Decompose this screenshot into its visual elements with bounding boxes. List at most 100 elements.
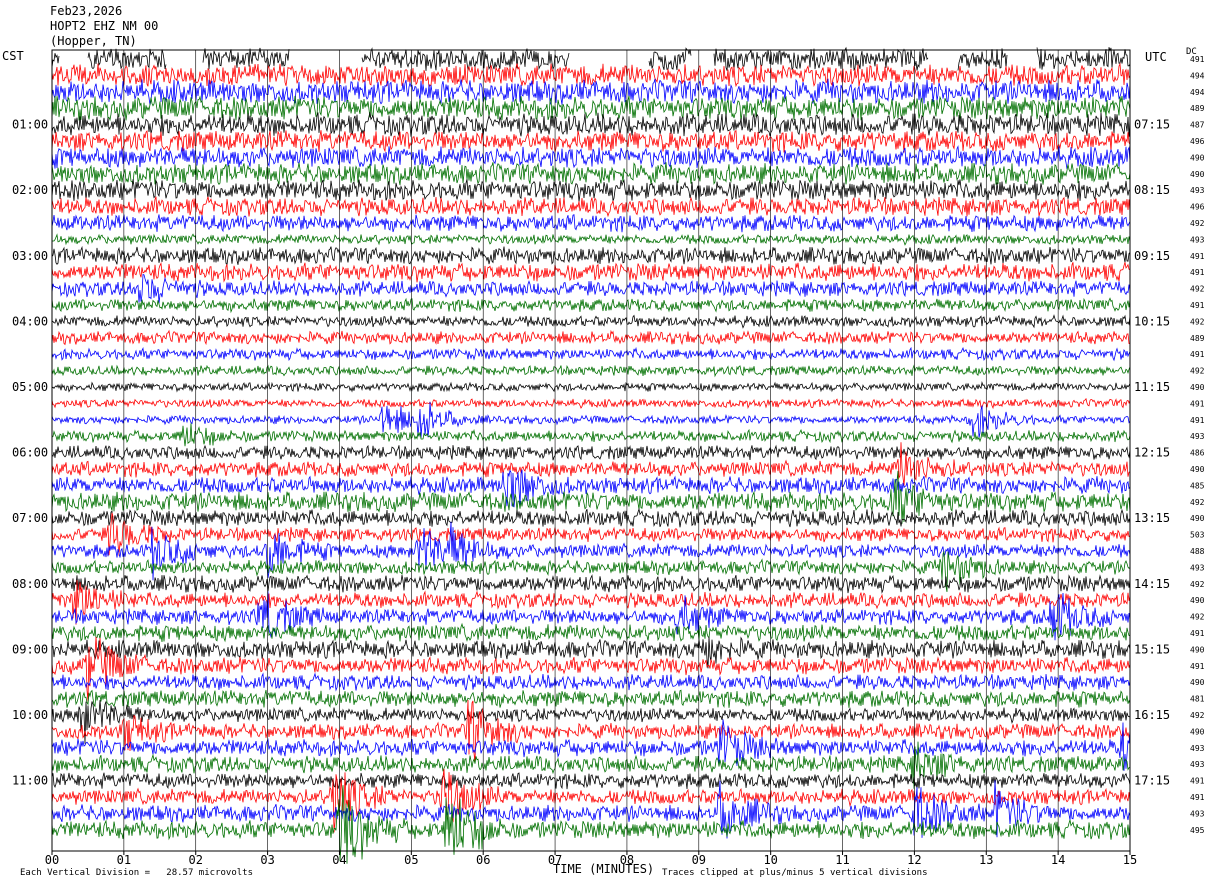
dc-offset-value: 487 <box>1190 121 1205 130</box>
clip-note: Traces clipped at plus/minus 5 vertical … <box>662 868 928 878</box>
dc-offset-value: 492 <box>1190 367 1205 376</box>
x-tick-label: 13 <box>979 853 993 867</box>
trace-row-19 <box>51 346 1131 362</box>
right-hour-label: 15:15 <box>1134 642 1170 656</box>
dc-offset-value: 493 <box>1190 744 1205 753</box>
dc-offset-value: 494 <box>1190 71 1205 80</box>
dc-offset-value: 492 <box>1190 317 1205 326</box>
left-hour-label: 02:00 <box>12 183 48 197</box>
left-hour-label: 07:00 <box>12 511 48 525</box>
right-hour-label: 10:15 <box>1134 314 1170 328</box>
dc-offset-value: 491 <box>1190 629 1205 638</box>
trace-row-39 <box>51 672 1131 692</box>
right-hour-label: 12:15 <box>1134 446 1170 460</box>
trace-row-21 <box>51 381 1131 393</box>
x-tick-label: 11 <box>835 853 849 867</box>
dc-offset-value: 486 <box>1190 449 1205 458</box>
trace-row-47 <box>51 780 1131 839</box>
dc-offset-value: 491 <box>1190 350 1205 359</box>
dc-offset-value: 493 <box>1190 235 1205 244</box>
dc-offset-value: 492 <box>1190 285 1205 294</box>
dc-offset-value: 491 <box>1190 399 1205 408</box>
left-hour-label: 08:00 <box>12 577 48 591</box>
dc-offset-value: 490 <box>1190 153 1205 162</box>
left-hour-label: 04:00 <box>12 314 48 328</box>
dc-offset-value: 493 <box>1190 186 1205 195</box>
dc-offset-value: 491 <box>1190 301 1205 310</box>
trace-row-29 <box>51 507 1131 529</box>
trace-row-10 <box>51 196 1131 218</box>
dc-offset-value: 491 <box>1190 793 1205 802</box>
right-hour-label: 17:15 <box>1134 774 1170 788</box>
dc-offset-value: 490 <box>1190 514 1205 523</box>
dc-offset-value: 492 <box>1190 219 1205 228</box>
trace-row-22 <box>51 397 1131 410</box>
dc-offset-value: 489 <box>1190 334 1205 343</box>
trace-row-17 <box>51 314 1131 329</box>
x-tick-label: 00 <box>45 853 59 867</box>
dc-offset-value: 493 <box>1190 760 1205 769</box>
right-hour-label: 14:15 <box>1134 577 1170 591</box>
dc-offset-value: 491 <box>1190 662 1205 671</box>
dc-offset-value: 488 <box>1190 547 1205 556</box>
x-tick-label: 09 <box>692 853 706 867</box>
x-tick-label: 01 <box>117 853 131 867</box>
trace-row-14 <box>51 261 1131 283</box>
trace-row-40 <box>51 689 1131 708</box>
dc-offset-value: 492 <box>1190 580 1205 589</box>
dc-offset-value: 490 <box>1190 645 1205 654</box>
trace-row-9 <box>51 179 1131 202</box>
right-hour-label: 07:15 <box>1134 118 1170 132</box>
trace-row-36 <box>51 622 1131 643</box>
trace-row-8 <box>51 162 1131 187</box>
dc-offset-value: 492 <box>1190 711 1205 720</box>
x-tick-label: 14 <box>1051 853 1065 867</box>
dc-offset-value: 493 <box>1190 809 1205 818</box>
trace-row-18 <box>51 329 1131 346</box>
right-hour-label: 13:15 <box>1134 511 1170 525</box>
left-hour-label: 01:00 <box>12 118 48 132</box>
dc-offset-value: 494 <box>1190 88 1205 97</box>
x-tick-label: 05 <box>404 853 418 867</box>
dc-offset-value: 491 <box>1190 416 1205 425</box>
trace-row-24 <box>51 423 1131 447</box>
x-tick-label: 03 <box>260 853 274 867</box>
x-tick-label: 10 <box>763 853 777 867</box>
trace-row-15 <box>51 273 1131 304</box>
x-tick-label: 02 <box>189 853 203 867</box>
helicorder-plot: 491 494 494 489 487 496 490 490 493 496 492 493 491 4… <box>12 46 1205 867</box>
trace-row-41 <box>51 700 1130 744</box>
dc-offset-value: 493 <box>1190 563 1205 572</box>
dc-offset-value: 496 <box>1190 203 1205 212</box>
trace-layer <box>51 46 1131 864</box>
dc-offset-value: 490 <box>1190 678 1205 687</box>
dc-offset-value: 496 <box>1190 137 1205 146</box>
dc-offset-value: 490 <box>1190 727 1205 736</box>
dc-offset-value: 489 <box>1190 104 1205 113</box>
dc-offset-value: 490 <box>1190 383 1205 392</box>
dc-offset-value: 490 <box>1190 170 1205 179</box>
dc-offset-value: 503 <box>1190 531 1205 540</box>
dc-offset-value: 491 <box>1190 777 1205 786</box>
right-hour-label: 11:15 <box>1134 380 1170 394</box>
right-hour-label: 16:15 <box>1134 708 1170 722</box>
trace-row-20 <box>51 364 1131 378</box>
left-hour-label: 05:00 <box>12 380 48 394</box>
trace-row-11 <box>51 214 1131 233</box>
x-tick-label: 12 <box>907 853 921 867</box>
trace-row-5 <box>51 112 1131 137</box>
trace-row-33 <box>51 574 1131 594</box>
trace-row-1 <box>51 46 1131 72</box>
dc-offset-value: 485 <box>1190 481 1205 490</box>
trace-row-6 <box>51 129 1131 153</box>
trace-row-45 <box>51 772 1131 790</box>
trace-row-16 <box>51 297 1131 314</box>
dc-offset-value: 491 <box>1190 252 1205 261</box>
left-hour-label: 10:00 <box>12 708 48 722</box>
left-hour-label: 03:00 <box>12 249 48 263</box>
dc-offset-value: 490 <box>1190 465 1205 474</box>
left-hour-label: 09:00 <box>12 642 48 656</box>
left-hour-label: 11:00 <box>12 774 48 788</box>
dc-offset-value: 491 <box>1190 55 1205 64</box>
trace-row-44 <box>51 741 1131 789</box>
